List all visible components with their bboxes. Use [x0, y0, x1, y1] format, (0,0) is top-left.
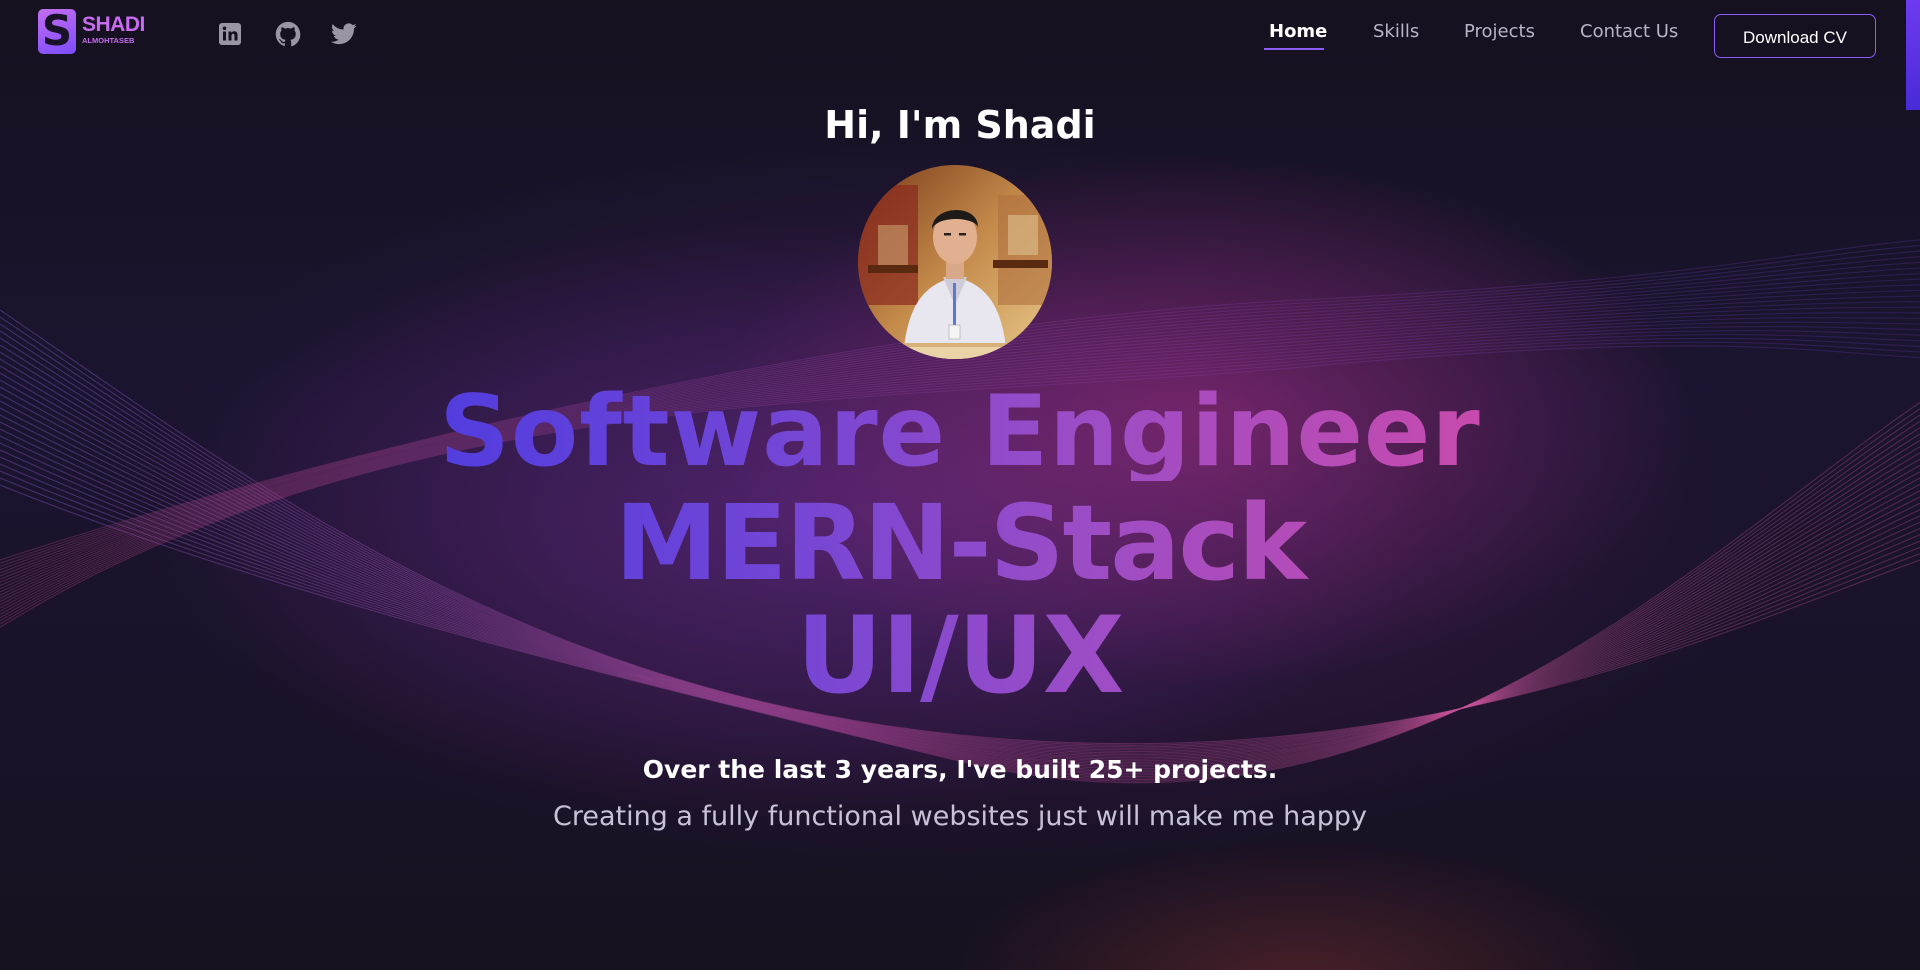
role-mern-stack: MERN-Stack: [360, 491, 1560, 595]
nav-contact-us[interactable]: Contact Us: [1580, 18, 1678, 46]
twitter-link[interactable]: [330, 20, 358, 48]
linkedin-link[interactable]: [216, 20, 244, 48]
hero-tagline: Over the last 3 years, I've built 25+ pr…: [642, 755, 1278, 784]
role-ui-ux: UI/UX: [360, 603, 1560, 709]
role-software-engineer: Software Engineer: [360, 383, 1560, 481]
linkedin-icon: [219, 23, 241, 45]
portfolio-page: S SHADI ALMOHTASEB Home Skills Projects …: [0, 0, 1920, 970]
twitter-icon: [331, 23, 357, 45]
nav-active-indicator: [1264, 48, 1324, 50]
github-icon: [275, 21, 301, 47]
profile-photo-illustration: [858, 165, 1052, 359]
top-navbar: S SHADI ALMOHTASEB Home Skills Projects …: [0, 0, 1920, 66]
github-link[interactable]: [274, 20, 302, 48]
logo-subtitle: ALMOHTASEB: [82, 36, 135, 45]
scroll-indicator[interactable]: [1906, 0, 1920, 110]
hero-greeting: Hi, I'm Shadi: [824, 103, 1096, 147]
nav-skills[interactable]: Skills: [1373, 18, 1419, 46]
nav-projects[interactable]: Projects: [1464, 18, 1535, 46]
brand-logo[interactable]: S SHADI ALMOHTASEB: [38, 6, 158, 55]
hero-subline: Creating a fully functional websites jus…: [552, 801, 1368, 832]
nav-home[interactable]: Home: [1269, 18, 1327, 46]
logo-badge: S: [38, 6, 76, 55]
download-cv-button[interactable]: Download CV: [1714, 14, 1876, 58]
profile-photo: [858, 165, 1052, 359]
logo-badge-letter: S: [41, 6, 73, 55]
logo-name: SHADI: [82, 13, 145, 36]
